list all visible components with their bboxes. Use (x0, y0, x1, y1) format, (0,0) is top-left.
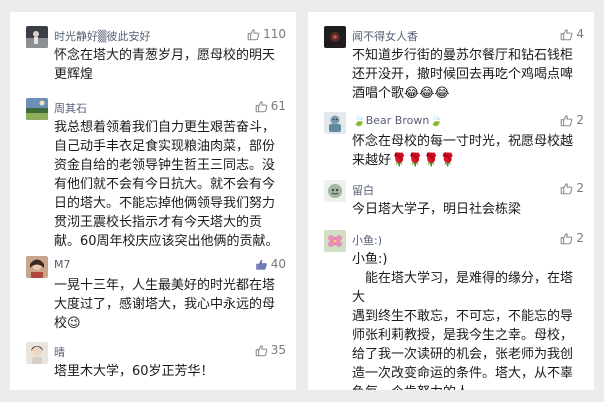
like-count: 40 (270, 257, 286, 271)
like-count: 4 (576, 27, 584, 41)
like-button[interactable]: 2 (560, 231, 584, 245)
like-button[interactable]: 35 (255, 343, 286, 357)
like-button[interactable]: 2 (560, 181, 584, 195)
comment-author[interactable]: 晴 (54, 344, 65, 360)
thumbs-up-icon (560, 232, 573, 245)
like-count: 35 (270, 343, 286, 357)
like-button[interactable]: 61 (255, 99, 286, 113)
comment-text: 我总想着领着我们自力更生艰苦奋斗， 自己动手丰衣足食实现粮油肉菜，部份 资金自给… (54, 120, 279, 249)
like-count: 110 (263, 27, 286, 41)
avatar[interactable] (26, 98, 48, 120)
avatar[interactable] (324, 230, 346, 252)
thumbs-up-filled-icon (255, 258, 268, 271)
like-button[interactable]: 110 (247, 27, 286, 41)
like-button[interactable]: 2 (560, 113, 584, 127)
thumbs-up-icon (560, 28, 573, 41)
avatar[interactable] (26, 342, 48, 364)
thumbs-up-icon (560, 114, 573, 127)
comments-panel-right: 闻不得女人香 4 不知道步行街的曼苏尔餐厅和钻石钱柜 还开没开，撤时候回去再吃个… (308, 12, 594, 390)
comments-panel-left: 时光静好▒彼此安好 110 怀念在塔大的青葱岁月，愿母校的明天 更辉煌 周其石 … (10, 12, 296, 390)
like-count: 2 (576, 113, 584, 127)
thumbs-up-icon (247, 28, 260, 41)
comment-text: 塔里木大学，60岁正芳华！ (54, 364, 214, 379)
comment-text: 今日塔大学子，明日社会栋梁 (352, 202, 522, 217)
comment-author[interactable]: 周其石 (54, 100, 87, 116)
comment-author[interactable]: 留白 (352, 182, 374, 198)
avatar[interactable] (26, 256, 48, 278)
like-count: 61 (270, 99, 286, 113)
comment-author[interactable]: 闻不得女人香 (352, 28, 418, 44)
comment-text: 小鱼:) 能在塔大学习，是难得的缘分，在塔大 遇到终生不敢忘，不可忘，不能忘的导… (352, 252, 574, 390)
comment-author[interactable]: M7 (54, 258, 71, 271)
like-button[interactable]: 40 (255, 257, 286, 271)
avatar[interactable] (26, 26, 48, 48)
comment-author[interactable]: 🍃Bear Brown🍃 (352, 114, 443, 127)
thumbs-up-icon (255, 100, 268, 113)
avatar[interactable] (324, 112, 346, 134)
comment-text: 怀念在母校的每一寸时光，祝愿母校越 来越好🌹🌹🌹🌹 (352, 134, 574, 168)
comment-author[interactable]: 小鱼:) (352, 232, 382, 248)
like-button[interactable]: 4 (560, 27, 584, 41)
thumbs-up-icon (255, 344, 268, 357)
like-count: 2 (576, 231, 584, 245)
avatar[interactable] (324, 180, 346, 202)
avatar[interactable] (324, 26, 346, 48)
thumbs-up-icon (560, 182, 573, 195)
comment-text: 不知道步行街的曼苏尔餐厅和钻石钱柜 还开没开，撤时候回去再吃个鸡喝点啤 酒唱个歌… (352, 48, 574, 101)
like-count: 2 (576, 181, 584, 195)
comment-text: 一晃十三年，人生最美好的时光都在塔 大度过了，感谢塔大，我心中永远的母 校😉 (54, 278, 276, 331)
comment-author[interactable]: 时光静好▒彼此安好 (54, 28, 150, 44)
comment-text: 怀念在塔大的青葱岁月，愿母校的明天 更辉煌 (54, 48, 276, 82)
